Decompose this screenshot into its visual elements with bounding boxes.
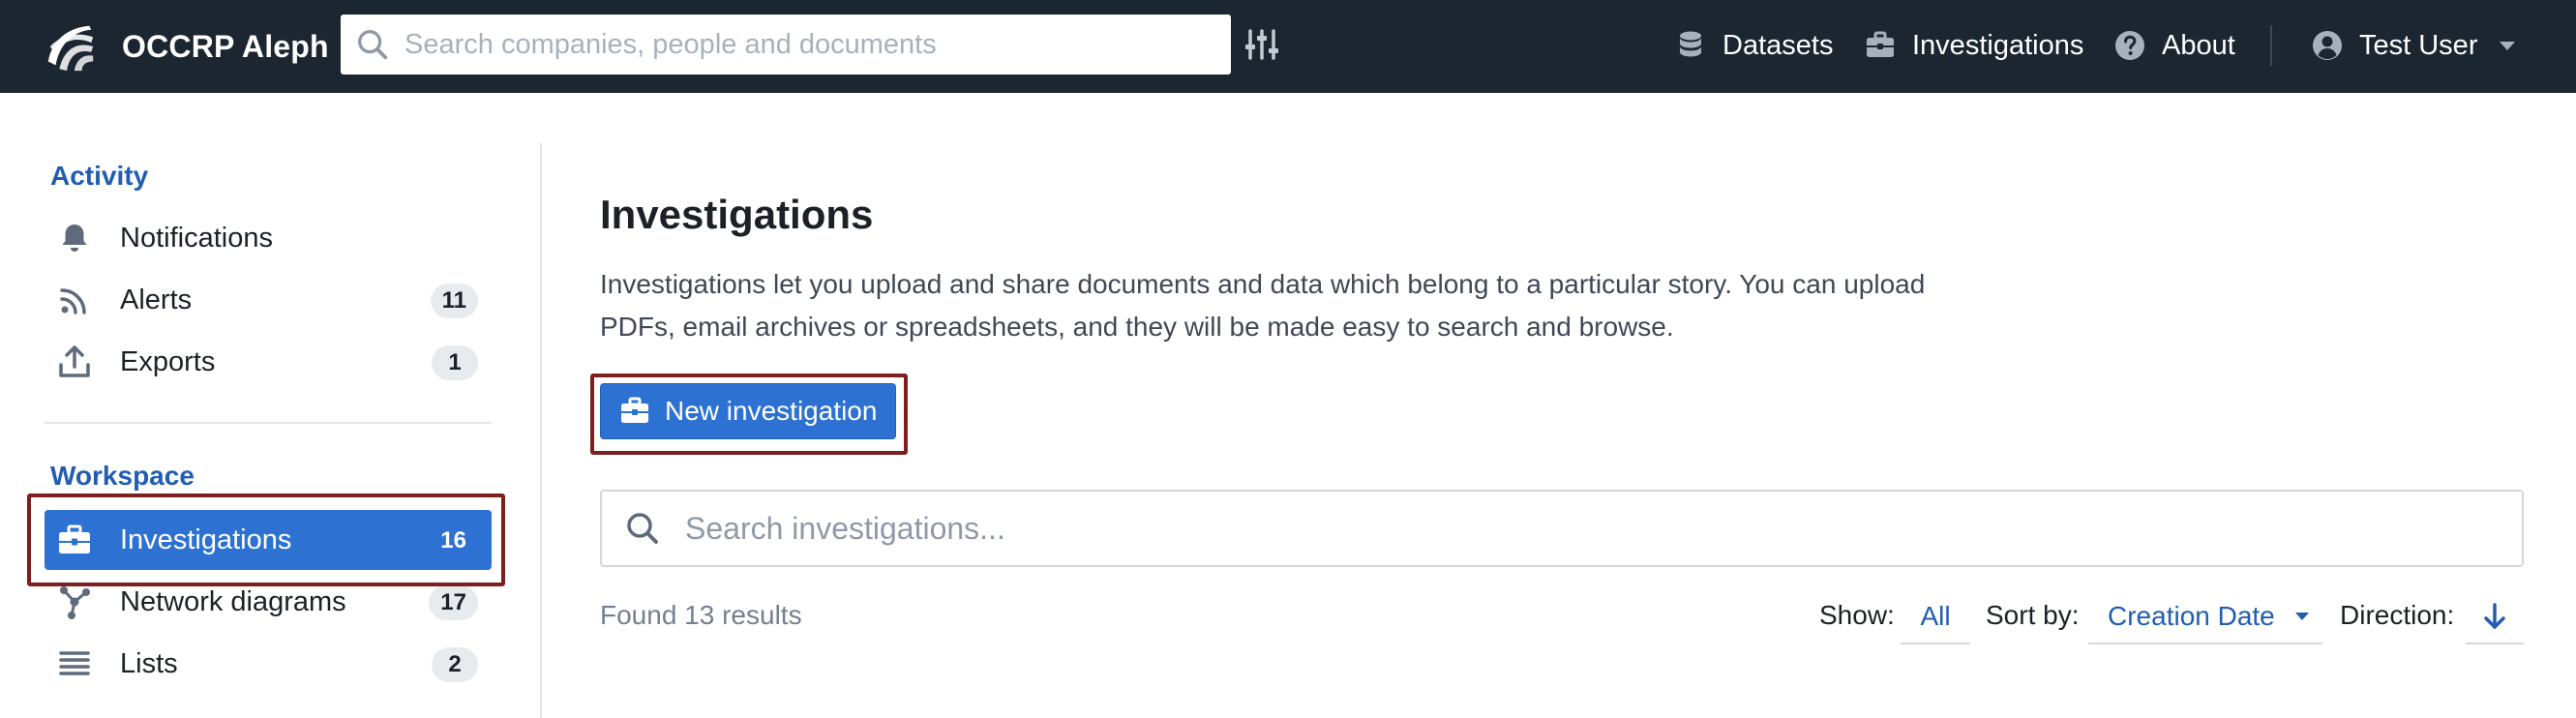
briefcase-icon [1867,31,1894,57]
sidebar-item-investigations[interactable]: Investigations 16 [45,510,492,570]
nav-investigations[interactable]: Investigations [1864,23,2083,68]
search-icon [627,513,658,544]
sidebar-item-label: Notifications [120,222,273,254]
nav-about[interactable]: About [2113,23,2235,68]
sidebar-item-label: Lists [120,647,178,679]
show-label: Show: [1819,600,1895,630]
investigations-search-input[interactable] [685,510,2485,547]
brand-name: OCCRP Aleph [122,28,329,64]
count-badge: 2 [432,647,478,682]
sidebar-item-label: Network diagrams [120,585,346,617]
nav-investigations-label: Investigations [1912,29,2084,61]
show-filter-value: All [1920,601,1951,631]
export-icon [59,345,90,377]
count-badge: 17 [429,585,478,620]
sidebar-item-lists[interactable]: Lists 2 [45,634,492,694]
sidebar-item-exports[interactable]: Exports 1 [45,332,492,392]
sidebar-item-network-diagrams[interactable]: Network diagrams 17 [45,572,492,632]
sidebar-item-label: Alerts [120,284,193,315]
global-search [341,15,1231,75]
result-count: Found 13 results [600,600,802,630]
sidebar-separator [540,143,542,718]
page-title: Investigations [600,192,874,237]
direction-label: Direction: [2340,600,2455,630]
sidebar-item-alerts[interactable]: Alerts 11 [45,270,492,330]
new-investigation-label: New investigation [665,396,878,426]
count-badge: 16 [440,527,466,553]
user-avatar-icon [2313,31,2342,60]
briefcase-icon [59,524,90,553]
help-icon [2115,31,2144,60]
top-navbar: OCCRP Aleph Datasets [0,0,2576,93]
sort-direction-toggle[interactable] [2466,590,2524,644]
count-badge: 11 [430,284,478,318]
bell-icon [62,224,87,252]
database-icon [1680,31,1701,57]
show-filter-select[interactable]: All [1901,590,1970,644]
page-description: Investigations let you upload and share … [600,269,1926,342]
navbar-divider [2270,25,2272,66]
caret-down-icon [2500,42,2516,50]
sidebar-item-notifications[interactable]: Notifications [45,208,492,268]
caret-down-icon [2294,613,2309,620]
sidebar-item-label: Exports [120,345,216,377]
brand[interactable]: OCCRP Aleph [43,17,329,75]
user-name: Test User [2359,29,2478,61]
user-menu[interactable]: Test User [2311,23,2518,68]
aleph-logo-icon [47,25,94,72]
nav-datasets-label: Datasets [1722,29,1834,61]
search-icon [358,30,388,60]
nav-datasets[interactable]: Datasets [1674,23,1833,68]
sidebar-item-label: Investigations [120,524,292,555]
sort-by-value: Creation Date [2108,601,2275,631]
arrow-down-icon [2484,603,2505,629]
sort-label: Sort by: [1986,600,2080,630]
section-title-workspace: Workspace [50,461,195,491]
sort-by-select[interactable]: Creation Date [2088,590,2322,644]
sidebar-divider [45,422,492,424]
list-icon [59,651,90,675]
rss-icon [60,288,86,314]
global-search-input[interactable] [404,28,1217,61]
nav-about-label: About [2162,29,2235,61]
advanced-search-sliders-icon[interactable] [1243,25,1281,64]
briefcase-icon [621,397,648,423]
graph-icon [60,586,90,619]
new-investigation-button[interactable]: New investigation [600,383,896,439]
count-badge: 1 [432,345,478,380]
section-title-activity: Activity [50,161,149,191]
investigations-search [600,490,2524,567]
